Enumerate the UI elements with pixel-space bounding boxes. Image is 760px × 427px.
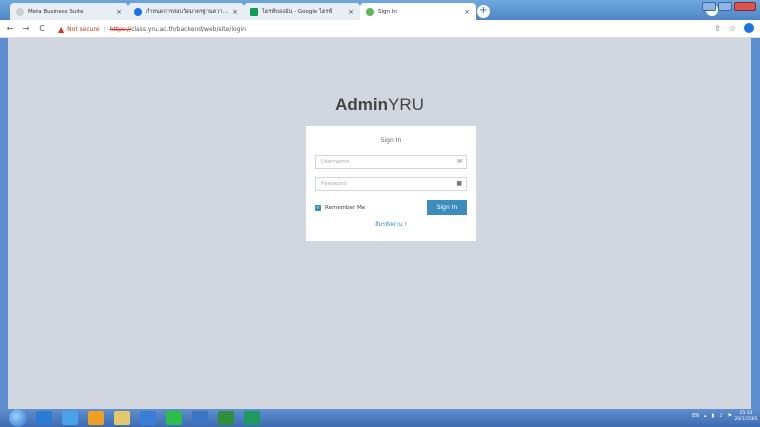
internet-explorer-icon[interactable] bbox=[36, 411, 52, 425]
tab-google-drive[interactable]: ไดรฟ์ของฉัน - Google ไดรฟ์ × bbox=[244, 3, 360, 20]
windows-taskbar: EN ▴ ▮ ♪ ⚑ 15:33 20/1/2565 bbox=[0, 409, 760, 427]
login-actions-row: ✓ Remember Me Sign In bbox=[315, 200, 467, 215]
url-scheme: https:// bbox=[109, 25, 132, 33]
security-status[interactable]: Not secure bbox=[67, 26, 99, 33]
browser-toolbar: ← → C ▲ Not secure | https:// class.yru.… bbox=[0, 20, 760, 38]
new-tab-button[interactable]: + bbox=[477, 5, 490, 18]
minimize-button[interactable] bbox=[702, 2, 716, 11]
close-window-button[interactable] bbox=[734, 2, 756, 11]
maximize-button[interactable] bbox=[718, 2, 732, 11]
word-icon[interactable] bbox=[192, 411, 208, 425]
forward-arrow-icon[interactable]: → bbox=[20, 23, 32, 35]
window-frame-left bbox=[0, 38, 8, 409]
window-frame-right bbox=[751, 38, 760, 409]
close-icon[interactable]: × bbox=[348, 8, 354, 16]
line-icon[interactable] bbox=[166, 411, 182, 425]
language-indicator[interactable]: EN bbox=[692, 413, 699, 419]
sign-in-button[interactable]: Sign In bbox=[427, 200, 467, 215]
share-icon[interactable]: ⇪ bbox=[714, 24, 721, 33]
clock-date: 20/1/2565 bbox=[734, 417, 758, 422]
volume-icon[interactable]: ♪ bbox=[719, 413, 722, 419]
system-clock[interactable]: 15:33 20/1/2565 bbox=[734, 411, 758, 423]
url-path: class.yru.ac.th/backend/web/site/login bbox=[131, 25, 246, 33]
site-logo[interactable]: AdminYRU bbox=[8, 95, 751, 115]
remember-me-label: Remember Me bbox=[325, 204, 366, 211]
lock-icon: ■ bbox=[456, 180, 462, 187]
address-separator: | bbox=[103, 25, 106, 33]
chevron-up-icon[interactable]: ▴ bbox=[704, 413, 707, 419]
address-bar[interactable]: ▲ Not secure | https:// class.yru.ac.th/… bbox=[58, 23, 246, 35]
page-viewport: AdminYRU Sign In ✉ ■ ✓ Remember Me Sign … bbox=[8, 38, 751, 409]
star-icon[interactable]: ☆ bbox=[729, 24, 736, 33]
profile-avatar[interactable] bbox=[744, 23, 754, 33]
logo-bold-text: Admin bbox=[335, 95, 388, 114]
chrome-icon[interactable] bbox=[140, 411, 156, 425]
username-field: ✉ bbox=[315, 155, 467, 169]
forgot-password-link[interactable]: ลืมรหัสผ่าน ? bbox=[315, 221, 467, 229]
close-icon[interactable]: × bbox=[464, 8, 470, 16]
excel-icon[interactable] bbox=[218, 411, 234, 425]
password-input[interactable] bbox=[316, 178, 466, 190]
toolbar-actions: ⇪ ☆ bbox=[714, 23, 754, 33]
network-icon[interactable]: ▮ bbox=[712, 413, 715, 419]
close-icon[interactable]: × bbox=[232, 8, 238, 16]
tab-title: ไดรฟ์ของฉัน - Google ไดรฟ์ bbox=[262, 8, 333, 15]
tab-exam-schedule[interactable]: กำหนดการสอบวัดมาตรฐานความ... × bbox=[128, 3, 244, 20]
tab-title: กำหนดการสอบวัดมาตรฐานความ... bbox=[146, 8, 229, 15]
firefox-icon[interactable] bbox=[88, 411, 104, 425]
media-icon[interactable] bbox=[62, 411, 78, 425]
remember-me-checkbox[interactable]: ✓ bbox=[315, 204, 321, 211]
meta-icon bbox=[16, 7, 24, 16]
folder-icon[interactable] bbox=[114, 411, 130, 425]
app-icon[interactable] bbox=[244, 411, 260, 425]
warning-icon: ▲ bbox=[58, 24, 65, 34]
flag-icon[interactable]: ⚑ bbox=[728, 413, 732, 419]
back-arrow-icon[interactable]: ← bbox=[4, 23, 16, 35]
logo-light-text: YRU bbox=[387, 95, 424, 114]
tab-title: Sign In bbox=[378, 8, 397, 15]
remember-me[interactable]: ✓ Remember Me bbox=[315, 204, 366, 211]
tab-sign-in[interactable]: Sign In × bbox=[360, 3, 476, 20]
start-button[interactable] bbox=[9, 409, 27, 427]
envelope-icon: ✉ bbox=[456, 158, 462, 165]
password-field: ■ bbox=[315, 177, 467, 191]
login-box-title: Sign In bbox=[380, 137, 402, 144]
tab-meta-business-suite[interactable]: Meta Business Suite × bbox=[10, 3, 128, 20]
login-box: Sign In ✉ ■ ✓ Remember Me Sign In ลืมรหั… bbox=[306, 126, 476, 241]
globe-icon bbox=[134, 7, 142, 16]
system-tray: EN ▴ ▮ ♪ ⚑ bbox=[692, 413, 732, 419]
reload-icon[interactable]: C bbox=[36, 23, 48, 35]
browser-tab-strip: Meta Business Suite × กำหนดการสอบวัดมาตร… bbox=[0, 0, 760, 20]
tab-title: Meta Business Suite bbox=[28, 8, 84, 15]
site-favicon-icon bbox=[366, 7, 374, 16]
close-icon[interactable]: × bbox=[116, 8, 122, 16]
window-controls bbox=[702, 2, 756, 11]
username-input[interactable] bbox=[316, 156, 466, 168]
google-drive-icon bbox=[250, 7, 258, 16]
